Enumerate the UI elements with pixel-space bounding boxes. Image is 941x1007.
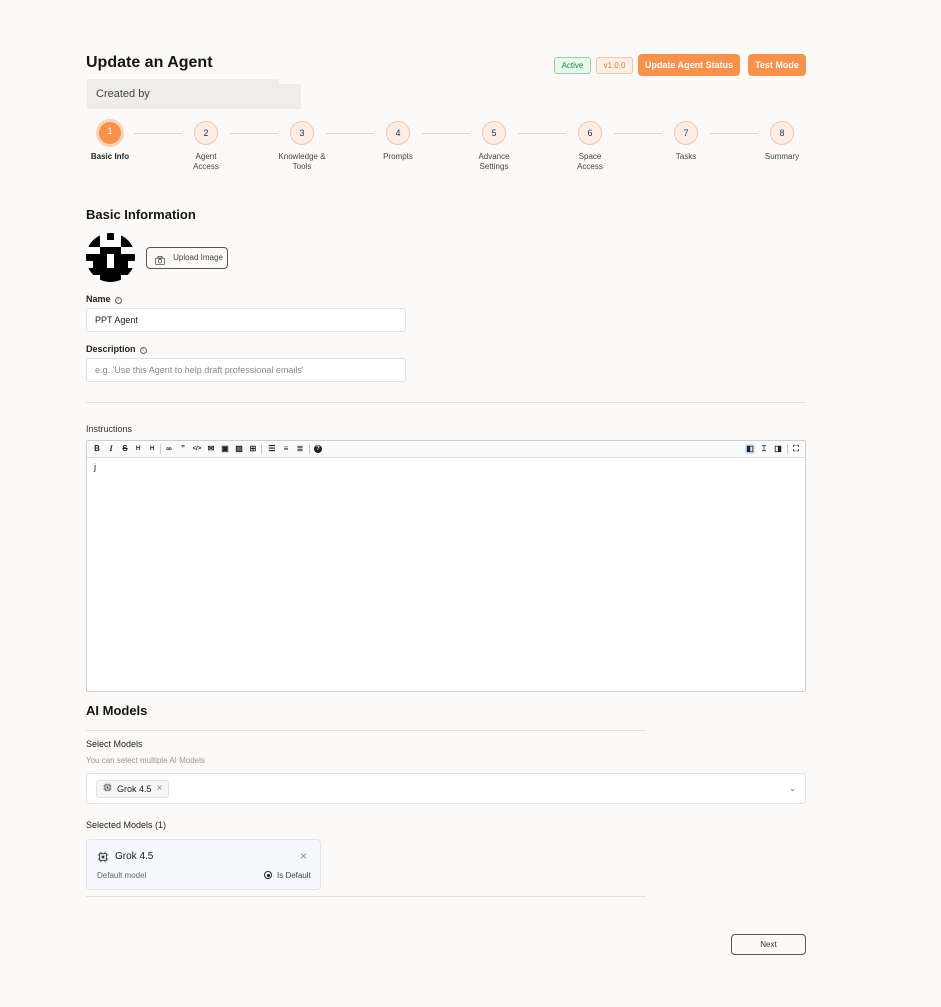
step-2-label: Agent Access [193, 152, 219, 171]
heading-icon[interactable]: H [133, 444, 143, 454]
step-5-label: Advance Settings [478, 152, 510, 171]
step-connector [710, 133, 758, 134]
page-title: Update an Agent [86, 54, 213, 71]
update-agent-status-button[interactable]: Update Agent Status [638, 54, 740, 76]
info-icon: i [114, 297, 122, 304]
card-default-text: Default model [97, 871, 147, 880]
ai-models-heading: AI Models [86, 703, 148, 718]
card-model-name: Grok 4.5 [115, 851, 154, 862]
instructions-label: Instructions [86, 424, 133, 434]
link-icon[interactable]: ∞ [164, 444, 174, 454]
step-6-label: Space Access [577, 152, 603, 171]
camera-icon [155, 253, 165, 273]
version-badge: v1.0.0 [596, 57, 633, 74]
step-3-circle[interactable]: 3 [290, 121, 314, 145]
agent-avatar[interactable] [86, 233, 135, 282]
chevron-down-icon[interactable]: ⌄ [789, 784, 796, 793]
table-icon[interactable]: ⊞ [248, 444, 258, 454]
section-divider [86, 730, 646, 731]
step-2-circle[interactable]: 2 [194, 121, 218, 145]
quote-icon[interactable]: ” [178, 444, 188, 454]
image-icon[interactable]: ▨ [234, 444, 244, 454]
selected-model-card: Grok 4.5 × Default model Is Default [86, 839, 321, 890]
next-button[interactable]: Next [731, 934, 806, 955]
model-chip: Grok 4.5 × [96, 780, 170, 798]
fullscreen-icon[interactable]: ⛶ [791, 444, 801, 454]
section-divider [86, 402, 806, 403]
step-connector [230, 133, 278, 134]
step-8-circle[interactable]: 8 [770, 121, 794, 145]
toolbar-separator [261, 444, 262, 454]
select-models-hint: You can select multiple AI Models [86, 756, 205, 765]
instructions-editor[interactable]: B I S H H ∞ ” </> ✉ ▣ ▨ ⊞ ☰ ≡ ≣ ? ◧ ⌶ ◨ … [86, 440, 806, 692]
editor-toolbar: B I S H H ∞ ” </> ✉ ▣ ▨ ⊞ ☰ ≡ ≣ ? ◧ ⌶ ◨ … [87, 441, 805, 458]
preview-edit-icon[interactable]: ◨ [773, 444, 783, 454]
test-mode-button[interactable]: Test Mode [748, 54, 806, 76]
step-7-circle[interactable]: 7 [674, 121, 698, 145]
select-models-label: Select Models [86, 739, 143, 749]
embed-icon[interactable]: ▣ [220, 444, 230, 454]
name-field[interactable] [86, 308, 406, 332]
upload-image-button[interactable]: Upload Image [146, 247, 228, 269]
step-1-label: Basic Info [90, 152, 130, 161]
upload-image-label: Upload Image [173, 253, 223, 262]
created-by: Created by [87, 84, 301, 109]
step-connector [518, 133, 566, 134]
bold-icon[interactable]: B [92, 444, 102, 454]
step-4-circle[interactable]: 4 [386, 121, 410, 145]
preview-split-icon[interactable]: ◧ [745, 444, 755, 454]
numbered-list-icon[interactable]: ≡ [281, 444, 291, 454]
description-label-text: Description [86, 344, 136, 354]
step-connector [614, 133, 662, 134]
code-icon[interactable]: </> [192, 444, 202, 454]
step-1-circle[interactable]: 1 [96, 119, 124, 147]
chip-remove-icon[interactable]: × [157, 781, 163, 797]
chip-label: Grok 4.5 [117, 784, 152, 794]
step-8-label: Summary [764, 152, 800, 161]
step-6-circle[interactable]: 6 [578, 121, 602, 145]
name-label-text: Name [86, 294, 111, 304]
checklist-icon[interactable]: ≣ [295, 444, 305, 454]
chip-cpu-icon [103, 781, 112, 797]
models-select[interactable]: Grok 4.5 × ⌄ [86, 773, 806, 804]
status-badge: Active [554, 57, 591, 74]
help-icon[interactable]: ? [314, 445, 322, 453]
email-icon[interactable]: ✉ [206, 444, 216, 454]
description-label: Description i [86, 344, 147, 354]
agent-avatar-pattern-icon [86, 233, 135, 282]
bullet-list-icon[interactable]: ☰ [267, 444, 277, 454]
close-icon[interactable]: × [300, 849, 307, 863]
step-3-label: Knowledge & Tools [278, 152, 326, 171]
strikethrough-icon[interactable]: S [120, 444, 130, 454]
toolbar-separator [787, 444, 788, 454]
editor-content[interactable]: j [94, 462, 96, 472]
selected-models-label: Selected Models (1) [86, 820, 167, 830]
basic-info-heading: Basic Information [86, 207, 196, 222]
toolbar-separator [309, 444, 310, 454]
step-5-circle[interactable]: 5 [482, 121, 506, 145]
step-connector [134, 133, 182, 134]
italic-icon[interactable]: I [106, 444, 116, 454]
section-divider [86, 896, 646, 897]
name-label: Name i [86, 294, 122, 304]
step-7-label: Tasks [675, 152, 697, 161]
cpu-icon [97, 850, 109, 868]
info-icon: i [139, 347, 147, 354]
is-default-label: Is Default [277, 871, 311, 880]
step-connector [326, 133, 374, 134]
step-connector [422, 133, 470, 134]
preview-both-icon[interactable]: ⌶ [759, 444, 769, 454]
toolbar-separator [160, 444, 161, 454]
heading-alt-icon[interactable]: H [147, 444, 157, 454]
description-field[interactable] [86, 358, 406, 382]
default-radio[interactable] [264, 871, 272, 879]
step-4-label: Prompts [383, 152, 413, 161]
